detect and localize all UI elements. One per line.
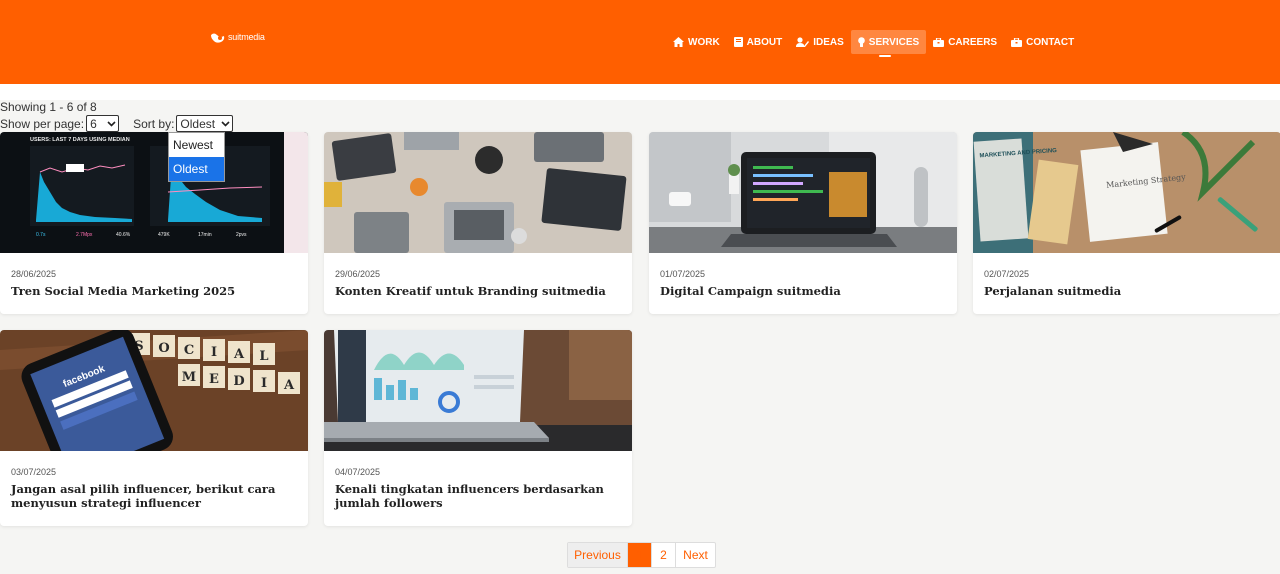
post-title[interactable]: Digital Campaign suitmedia: [660, 284, 943, 298]
briefcase-icon: [933, 37, 945, 47]
nav-label: IDEAS: [813, 36, 844, 48]
post-card[interactable]: 01/07/2025 Digital Campaign suitmedia: [649, 132, 957, 314]
nav-label: SERVICES: [868, 36, 920, 48]
main-nav: WORK ABOUT IDEAS SERVICES CAREERS CONTAC…: [666, 30, 1081, 57]
results-count: Showing 1 - 6 of 8: [0, 100, 97, 114]
sort-by-select[interactable]: Oldest: [176, 115, 234, 132]
post-date: 28/06/2025: [11, 269, 57, 279]
sort-by-label: Sort by:: [133, 116, 175, 131]
chevron-down-icon: [221, 120, 230, 127]
briefcase-icon: [1011, 37, 1023, 47]
post-title[interactable]: Konten Kreatif untuk Branding suitmedia: [335, 284, 618, 298]
nav-item-about[interactable]: ABOUT: [727, 30, 790, 54]
nav-item-work[interactable]: WORK: [666, 30, 727, 54]
post-card[interactable]: USERS: LAST 7 DAYS USING MEDIAN 0.7s 2.7…: [0, 132, 308, 314]
sort-option-oldest[interactable]: Oldest: [169, 157, 224, 181]
per-page-label: Show per page:: [0, 116, 85, 131]
post-card[interactable]: 29/06/2025 Konten Kreatif untuk Branding…: [324, 132, 632, 314]
svg-text:O: O: [158, 341, 169, 356]
post-card[interactable]: 04/07/2025 Kenali tingkatan influencers …: [324, 330, 632, 526]
post-thumbnail: MARKETING AND PRICING Marketing Strategy: [973, 132, 1280, 253]
logo[interactable]: suitmedia: [210, 31, 265, 43]
post-title[interactable]: Kenali tingkatan influencers berdasarkan…: [335, 482, 618, 510]
nav-label: CAREERS: [948, 36, 998, 48]
lightbulb-icon: [857, 37, 865, 47]
post-date: 02/07/2025: [984, 269, 1030, 279]
previous-page-button[interactable]: Previous: [568, 543, 628, 567]
user-edit-icon: [796, 37, 810, 47]
post-date: 01/07/2025: [660, 269, 706, 279]
post-thumbnail: [324, 330, 632, 451]
per-page-select[interactable]: 6: [86, 115, 120, 132]
nav-label: WORK: [688, 36, 720, 48]
svg-text:I: I: [261, 376, 267, 391]
svg-text:C: C: [184, 343, 194, 358]
svg-text:E: E: [209, 372, 219, 387]
sort-dropdown-menu: Newest Oldest: [168, 132, 225, 182]
nav-label: CONTACT: [1026, 36, 1075, 48]
nav-item-services[interactable]: SERVICES: [850, 30, 927, 57]
svg-text:A: A: [283, 378, 295, 393]
svg-text:2.7Mpx: 2.7Mpx: [76, 232, 93, 238]
svg-text:17min: 17min: [198, 232, 212, 238]
svg-text:L: L: [259, 349, 268, 364]
nav-item-contact[interactable]: CONTACT: [1004, 30, 1081, 54]
logo-text: suitmedia: [228, 32, 265, 42]
post-card[interactable]: S O C I A L M E D I A facebook 03/07/202…: [0, 330, 308, 526]
post-thumbnail: S O C I A L M E D I A facebook: [0, 330, 308, 451]
listing-controls: Show per page: 6 Sort by: Oldest: [0, 115, 234, 132]
post-thumbnail: [649, 132, 957, 253]
post-date: 29/06/2025: [335, 269, 381, 279]
sort-option-newest[interactable]: Newest: [169, 133, 224, 157]
book-icon: [733, 37, 743, 47]
analytics-header-text: USERS: LAST 7 DAYS USING MEDIAN: [30, 137, 130, 143]
per-page-value: 6: [90, 116, 97, 131]
post-thumbnail: USERS: LAST 7 DAYS USING MEDIAN 0.7s 2.7…: [0, 132, 308, 253]
header-divider: [0, 84, 1280, 100]
svg-text:I: I: [211, 345, 217, 360]
sort-by-value: Oldest: [180, 116, 216, 131]
pagination: Previous 1 2 Next: [567, 542, 716, 568]
nav-item-ideas[interactable]: IDEAS: [789, 30, 851, 54]
post-card[interactable]: MARKETING AND PRICING Marketing Strategy…: [973, 132, 1280, 314]
post-title[interactable]: Jangan asal pilih influencer, berikut ca…: [11, 482, 294, 510]
svg-text:A: A: [233, 347, 245, 362]
svg-text:0.7s: 0.7s: [36, 232, 46, 238]
post-date: 04/07/2025: [335, 467, 381, 477]
site-header: suitmedia WORK ABOUT IDEAS SERVICES CARE…: [0, 0, 1280, 84]
svg-text:479K: 479K: [158, 232, 170, 238]
home-icon: [673, 37, 684, 47]
page-button-2[interactable]: 2: [652, 543, 676, 567]
post-thumbnail: [324, 132, 632, 253]
logo-mark-icon: [210, 31, 226, 43]
nav-item-careers[interactable]: CAREERS: [926, 30, 1004, 54]
next-page-button[interactable]: Next: [676, 543, 715, 567]
svg-text:2pvs: 2pvs: [236, 232, 247, 238]
post-date: 03/07/2025: [11, 467, 57, 477]
svg-text:40.6%: 40.6%: [116, 232, 131, 238]
page-button-1[interactable]: 1: [628, 543, 652, 567]
nav-label: ABOUT: [746, 36, 783, 48]
post-title[interactable]: Perjalanan suitmedia: [984, 284, 1267, 298]
svg-text:M: M: [182, 370, 196, 385]
chevron-down-icon: [107, 120, 116, 127]
post-title[interactable]: Tren Social Media Marketing 2025: [11, 284, 294, 298]
svg-text:D: D: [233, 374, 244, 389]
